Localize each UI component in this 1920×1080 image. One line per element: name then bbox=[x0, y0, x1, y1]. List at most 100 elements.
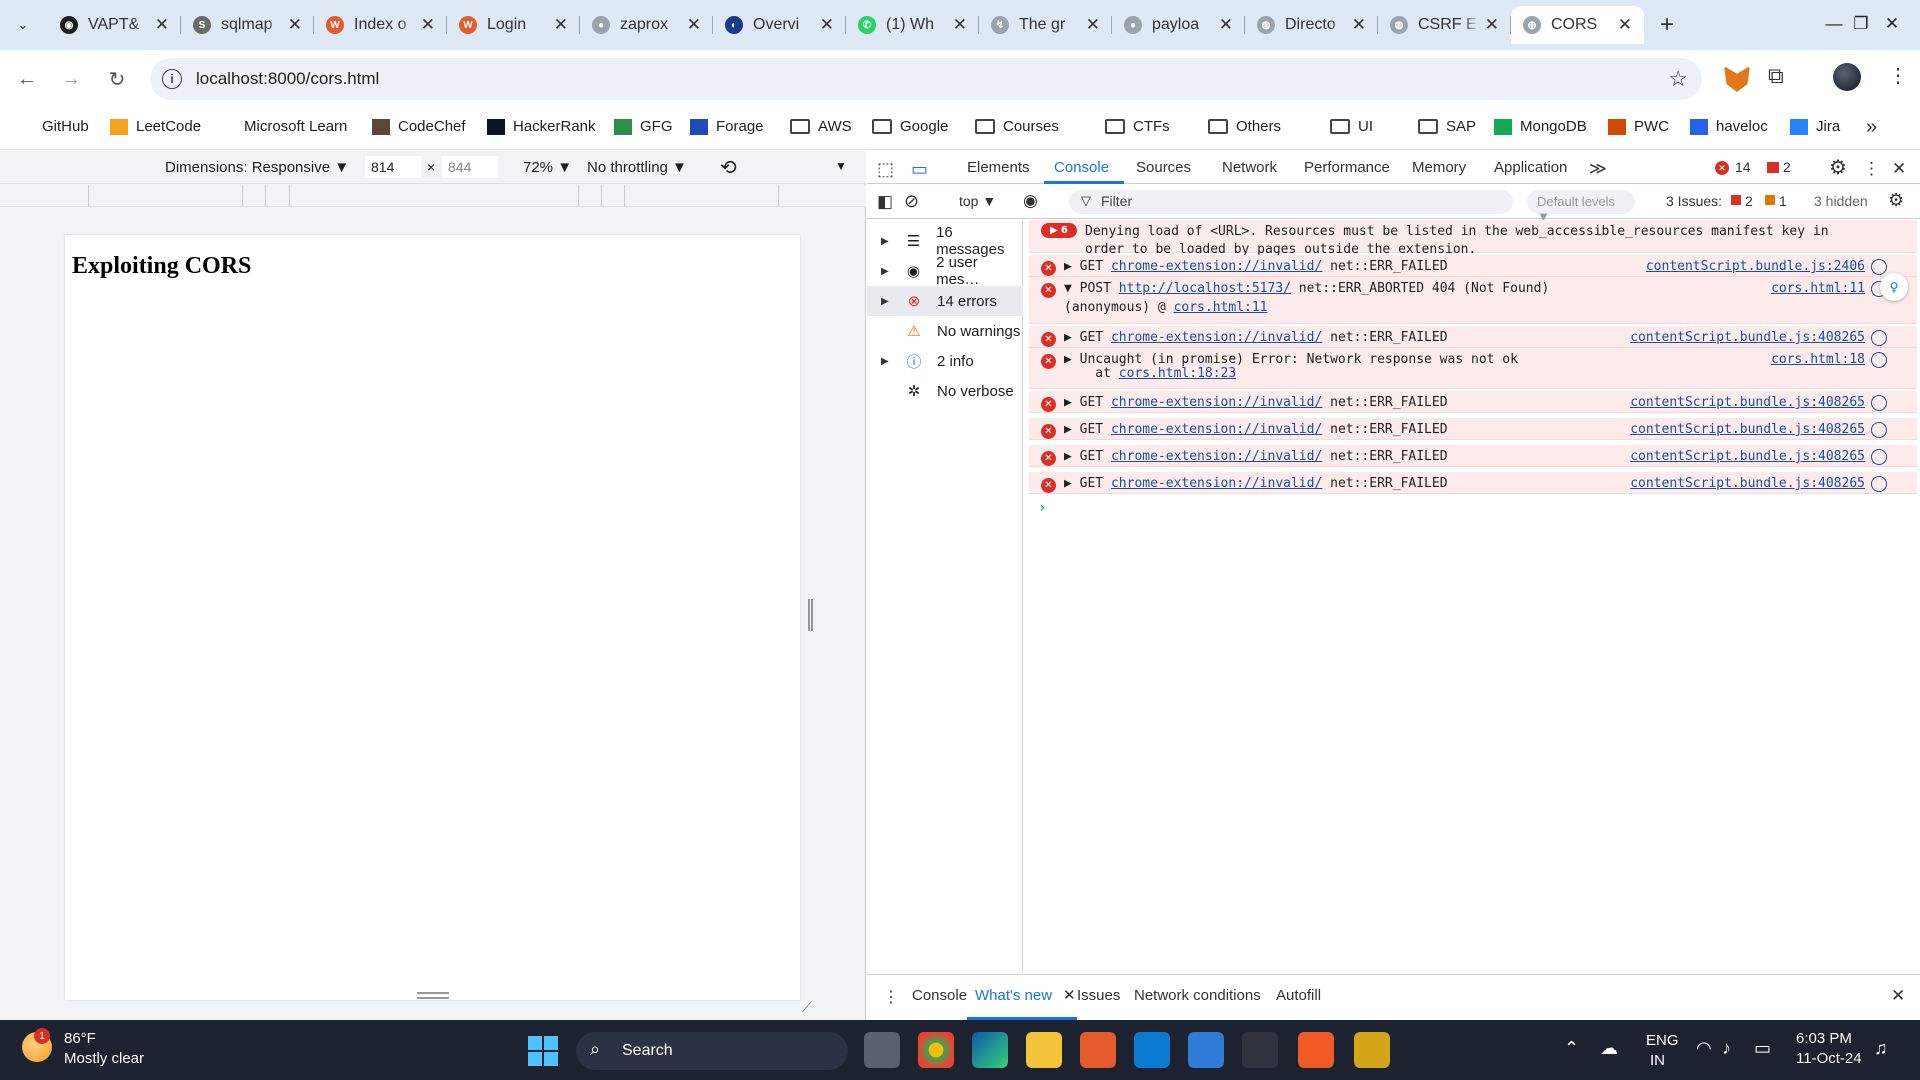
profile-avatar[interactable] bbox=[1833, 63, 1861, 91]
devtools-tab[interactable]: Memory bbox=[1412, 159, 1466, 176]
console-sidebar-item[interactable]: ▶ ◉ 2 user mes… bbox=[867, 254, 1023, 288]
issues-label[interactable]: 3 Issues: bbox=[1666, 193, 1722, 209]
tab-close-icon[interactable]: ✕ bbox=[1352, 15, 1366, 35]
console-error-row[interactable]: ✕ ▶ GET chrome-extension://invalid/ net::… bbox=[1029, 418, 1917, 440]
drawer-menu-icon[interactable]: ⋮ bbox=[883, 987, 899, 1007]
bookmark-item[interactable]: GitHub bbox=[42, 118, 89, 135]
devtools-tab[interactable]: Elements bbox=[967, 159, 1030, 176]
console-error-row[interactable]: ✕ ▶ GET chrome-extension://invalid/ net::… bbox=[1029, 445, 1917, 467]
bookmark-item[interactable]: PWC bbox=[1608, 118, 1669, 135]
console-error-row[interactable]: ✕ ▶ GET chrome-extension://invalid/ net::… bbox=[1029, 255, 1917, 277]
console-prompt[interactable]: › bbox=[1038, 500, 1046, 516]
console-sidebar-item[interactable]: ▶ ⓘ 2 info bbox=[867, 346, 1023, 376]
issue-flag-icon[interactable] bbox=[1767, 162, 1779, 173]
forward-arrow-icon[interactable]: → bbox=[56, 64, 86, 94]
context-select[interactable]: top ▼ bbox=[959, 193, 996, 209]
settings-gear-icon[interactable]: ⚙ bbox=[1829, 155, 1847, 180]
browser-tab[interactable]: W Login ✕ bbox=[447, 6, 580, 44]
viewport-side-resize-handle[interactable] bbox=[808, 599, 813, 631]
globe-network-icon[interactable] bbox=[1871, 422, 1887, 438]
bookmark-item[interactable]: GFG bbox=[614, 118, 673, 135]
language-label[interactable]: ENG bbox=[1646, 1032, 1679, 1049]
weather-desc[interactable]: Mostly clear bbox=[64, 1050, 144, 1067]
burp-suite-icon[interactable] bbox=[1354, 1032, 1390, 1068]
browser-tab[interactable]: ↯ The gr ✕ bbox=[979, 6, 1112, 44]
device-height-input[interactable]: 844 bbox=[442, 156, 498, 178]
address-bar[interactable]: i localhost:8000/cors.html ☆ bbox=[150, 58, 1702, 100]
weather-temp[interactable]: 86°F bbox=[64, 1030, 96, 1047]
bookmark-star-icon[interactable]: ☆ bbox=[1668, 66, 1688, 92]
request-url-link[interactable]: chrome-extension://invalid/ bbox=[1111, 422, 1322, 437]
notification-bell-icon[interactable]: ♫ bbox=[1874, 1038, 1888, 1059]
drawer-tab[interactable]: Network conditions bbox=[1134, 987, 1261, 1004]
more-tabs-chevron-icon[interactable]: ≫ bbox=[1589, 159, 1607, 179]
device-options-chevron-icon[interactable]: ▼ bbox=[835, 159, 847, 173]
browser-tab[interactable]: ◉ VAPT& ✕ bbox=[48, 6, 181, 44]
live-expression-eye-icon[interactable]: ◉ bbox=[1023, 191, 1038, 211]
console-error-row[interactable]: ✕ ▶ GET chrome-extension://invalid/ net::… bbox=[1029, 391, 1917, 413]
reload-icon[interactable]: ↻ bbox=[102, 64, 132, 94]
console-settings-gear-icon[interactable]: ⚙ bbox=[1888, 190, 1904, 211]
tab-close-icon[interactable]: ✕ bbox=[1219, 15, 1233, 35]
devtools-tab[interactable]: Console bbox=[1054, 159, 1109, 176]
console-error-row[interactable]: ✕ ▶ GET chrome-extension://invalid/ net::… bbox=[1029, 472, 1917, 494]
extensions-puzzle-icon[interactable]: ⧉ bbox=[1768, 63, 1784, 89]
chrome-taskbar-icon[interactable] bbox=[918, 1032, 954, 1068]
source-location-link[interactable]: cors.html:11 bbox=[1771, 281, 1865, 296]
bookmark-item[interactable]: Forage bbox=[690, 118, 764, 135]
browser-tab[interactable]: ◍ CSRF E ✕ bbox=[1378, 6, 1511, 44]
zoom-select[interactable]: 72% ▼ bbox=[523, 159, 572, 176]
drawer-tab[interactable]: Console bbox=[912, 987, 967, 1004]
source-location-link[interactable]: contentScript.bundle.js:408265 bbox=[1630, 449, 1865, 464]
request-url-link[interactable]: http://localhost:5173/ bbox=[1119, 281, 1291, 296]
browser-menu-icon[interactable]: ⋮ bbox=[1888, 63, 1908, 88]
battery-icon[interactable]: ▭ bbox=[1754, 1038, 1771, 1059]
filter-input[interactable]: ▽ Filter bbox=[1069, 190, 1513, 214]
hidden-count[interactable]: 3 hidden bbox=[1814, 193, 1868, 209]
bookmark-item[interactable]: UI bbox=[1330, 118, 1373, 135]
bookmark-item[interactable]: Others bbox=[1208, 118, 1281, 135]
browser-tab[interactable]: ● payloa ✕ bbox=[1112, 6, 1245, 44]
devtools-tab[interactable]: Application bbox=[1494, 159, 1567, 176]
edge-taskbar-icon[interactable] bbox=[972, 1032, 1008, 1068]
devtools-tab[interactable]: Network bbox=[1222, 159, 1277, 176]
console-sidebar-item[interactable]: ▶ ⊗ 14 errors bbox=[867, 286, 1023, 316]
globe-network-icon[interactable] bbox=[1871, 476, 1887, 492]
browser-tab[interactable]: ✆ (1) Wh ✕ bbox=[846, 6, 979, 44]
console-sidebar-item[interactable]: ✲ No verbose bbox=[867, 376, 1023, 406]
source-location-link[interactable]: contentScript.bundle.js:408265 bbox=[1630, 422, 1865, 437]
new-tab-button[interactable]: + bbox=[1650, 8, 1684, 42]
source-location-link[interactable]: contentScript.bundle.js:408265 bbox=[1630, 395, 1865, 410]
issue-count[interactable]: 2 bbox=[1783, 159, 1791, 175]
bookmark-item[interactable]: SAP bbox=[1418, 118, 1476, 135]
tab-search-chevron-icon[interactable]: ⌄ bbox=[8, 10, 38, 40]
vscode-icon[interactable] bbox=[1134, 1032, 1170, 1068]
bookmark-item[interactable]: AWS bbox=[790, 118, 852, 135]
metamask-extension-icon[interactable] bbox=[1724, 66, 1750, 92]
clock-time[interactable]: 6:03 PM bbox=[1796, 1030, 1852, 1047]
console-error-row[interactable]: ✕ ▶ Uncaught (in promise) Error: Network … bbox=[1029, 348, 1917, 389]
site-info-icon[interactable]: i bbox=[162, 69, 182, 89]
drawer-tab[interactable]: Issues bbox=[1077, 987, 1120, 1004]
request-url-link[interactable]: chrome-extension://invalid/ bbox=[1111, 476, 1322, 491]
device-width-input[interactable]: 814 bbox=[365, 156, 421, 178]
bookmark-item[interactable]: Courses bbox=[975, 118, 1059, 135]
globe-network-icon[interactable] bbox=[1871, 330, 1887, 346]
log-levels-select[interactable]: Default levels ▼ bbox=[1527, 190, 1635, 224]
browser-tab[interactable]: Ssqlmap ✕ bbox=[181, 6, 314, 44]
source-location-link[interactable]: cors.html:18 bbox=[1771, 352, 1865, 367]
device-toggle-icon[interactable]: ▭ bbox=[911, 159, 928, 180]
rotate-device-icon[interactable]: ⟲ bbox=[720, 155, 737, 180]
tab-close-icon[interactable]: ✕ bbox=[421, 15, 435, 35]
tab-close-icon[interactable]: ✕ bbox=[1086, 15, 1100, 35]
error-icon[interactable]: ✕ bbox=[1715, 161, 1729, 175]
devtools-tab[interactable]: Performance bbox=[1304, 159, 1390, 176]
tab-close-icon[interactable]: ✕ bbox=[1618, 15, 1632, 35]
viewport-bottom-resize-handle[interactable] bbox=[417, 992, 449, 999]
clock-date[interactable]: 11-Oct-24 bbox=[1796, 1050, 1862, 1067]
close-window-icon[interactable]: ✕ bbox=[1864, 0, 1920, 48]
devtools-tab[interactable]: Sources bbox=[1136, 159, 1191, 176]
console-sidebar-item[interactable]: ⚠ No warnings bbox=[867, 316, 1023, 346]
sidebar-toggle-icon[interactable]: ◧ bbox=[877, 192, 893, 212]
tab-close-icon[interactable]: ✕ bbox=[288, 15, 302, 35]
